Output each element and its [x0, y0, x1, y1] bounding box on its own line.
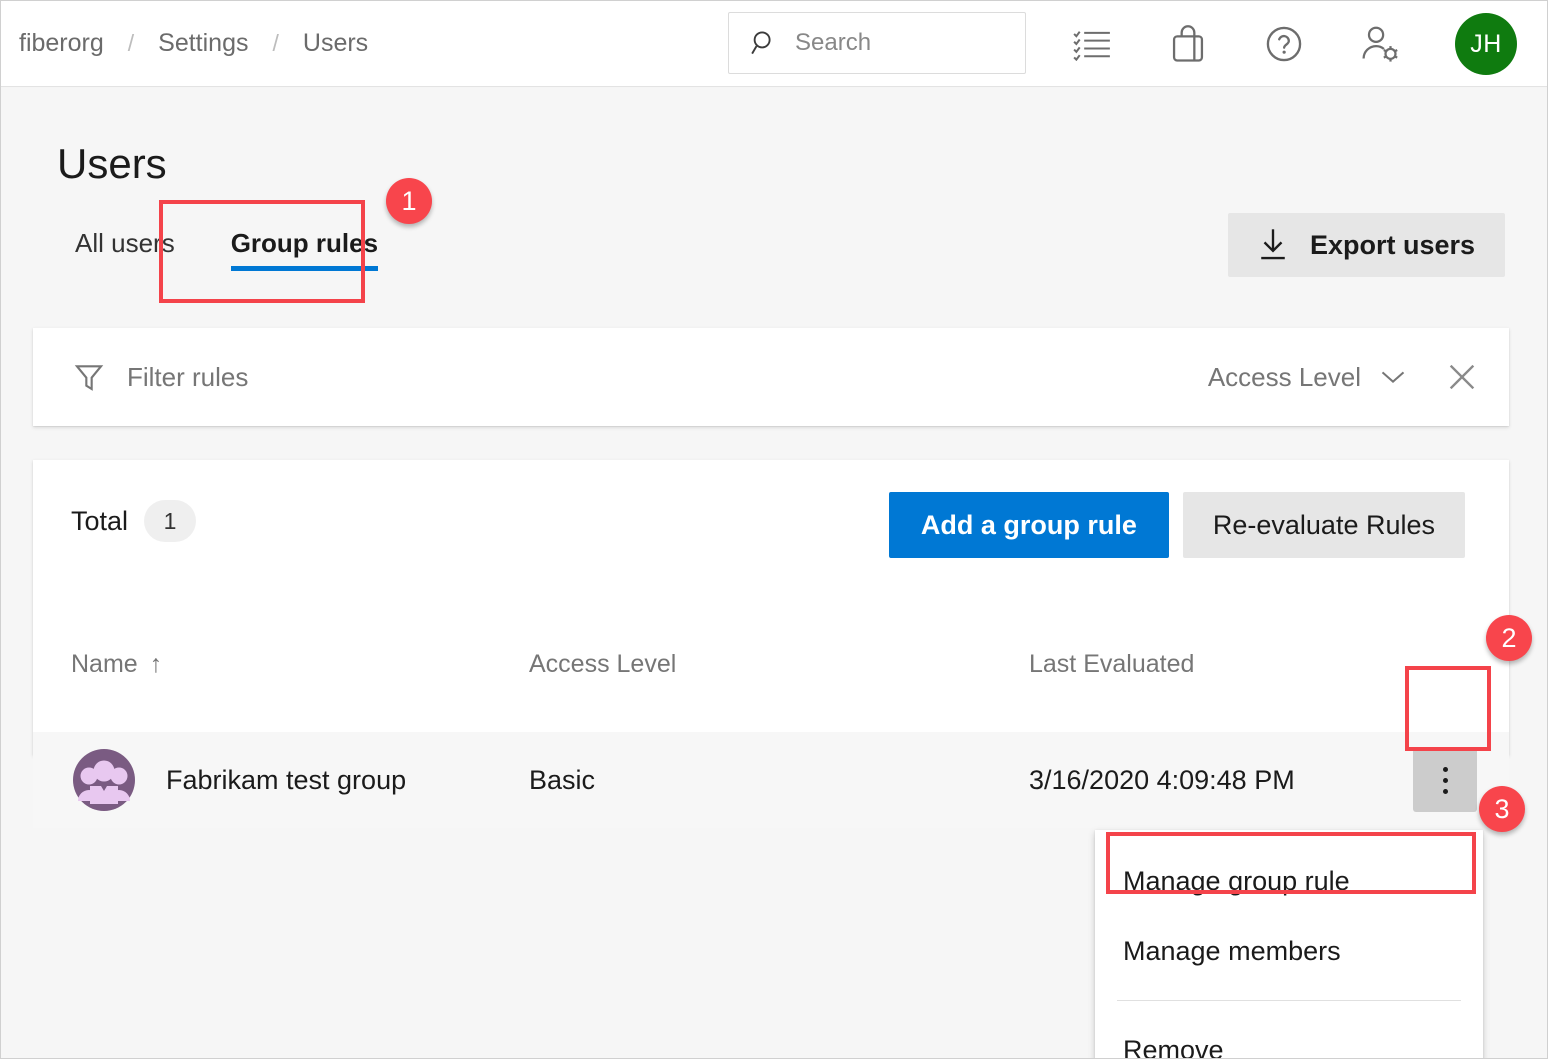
topbar-icon-group: JH: [1071, 1, 1525, 87]
filter-right-controls: Access Level: [1208, 360, 1479, 394]
group-avatar-icon: [73, 749, 135, 811]
menu-item-manage-group-rule[interactable]: Manage group rule: [1095, 846, 1483, 916]
more-vertical-icon: [1442, 766, 1448, 794]
app-window: fiberorg / Settings / Users Search JH Us…: [0, 0, 1548, 1059]
export-users-label: Export users: [1309, 229, 1475, 260]
breadcrumb-item-users[interactable]: Users: [279, 29, 392, 58]
filter-rules-control[interactable]: Filter rules: [73, 361, 248, 393]
export-users-button[interactable]: Export users: [1227, 213, 1505, 277]
help-icon[interactable]: [1263, 23, 1305, 65]
breadcrumb: fiberorg / Settings / Users: [1, 29, 392, 58]
group-rules-card: Total 1 Add a group rule Re-evaluate Rul…: [33, 460, 1509, 828]
menu-separator: [1117, 1000, 1461, 1001]
user-settings-icon[interactable]: [1359, 23, 1401, 65]
total-count-badge: 1: [144, 500, 197, 542]
row-more-actions-button[interactable]: [1413, 748, 1477, 812]
re-evaluate-rules-button[interactable]: Re-evaluate Rules: [1182, 492, 1465, 558]
chevron-down-icon: [1379, 368, 1407, 386]
list-action-buttons: Add a group rule Re-evaluate Rules: [888, 492, 1465, 558]
search-icon: [749, 28, 779, 58]
column-header-last-evaluated[interactable]: Last Evaluated: [1029, 650, 1194, 679]
total-label: Total: [71, 505, 129, 536]
access-level-label: Access Level: [1207, 361, 1361, 392]
column-header-name[interactable]: Name ↑: [71, 650, 162, 679]
top-navigation-bar: fiberorg / Settings / Users Search JH: [1, 1, 1547, 87]
row-context-menu: Manage group rule Manage members Remove: [1095, 830, 1483, 1059]
column-header-last-evaluated-label: Last Evaluated: [1029, 650, 1195, 678]
table-row[interactable]: Fabrikam test group Basic 3/16/2020 4:09…: [33, 732, 1509, 828]
shopping-bag-icon[interactable]: [1167, 23, 1209, 65]
checklist-icon[interactable]: [1071, 23, 1113, 65]
funnel-icon: [73, 361, 105, 393]
menu-item-manage-members[interactable]: Manage members: [1095, 916, 1483, 986]
menu-item-remove[interactable]: Remove: [1095, 1015, 1483, 1059]
user-avatar[interactable]: JH: [1455, 13, 1517, 75]
access-level-dropdown[interactable]: Access Level: [1208, 362, 1407, 393]
column-header-access-level-label: Access Level: [529, 650, 677, 678]
avatar-initials: JH: [1470, 29, 1502, 58]
tab-group-rules[interactable]: Group rules: [203, 218, 406, 281]
breadcrumb-item-settings[interactable]: Settings: [134, 29, 272, 58]
table-header-row: Name ↑ Access Level Last Evaluated: [33, 650, 1509, 708]
search-input[interactable]: Search: [728, 12, 1026, 74]
row-group-name: Fabrikam test group: [166, 764, 407, 795]
add-group-rule-button[interactable]: Add a group rule: [888, 492, 1169, 558]
filter-rules-label: Filter rules: [127, 361, 249, 392]
row-access-level: Basic: [529, 764, 596, 795]
search-placeholder: Search: [795, 29, 872, 56]
page-content: Users All users Group rules Export users: [1, 88, 1547, 1058]
close-icon[interactable]: [1445, 360, 1479, 394]
breadcrumb-item-org[interactable]: fiberorg: [1, 29, 128, 58]
column-header-name-label: Name: [71, 650, 138, 678]
row-last-evaluated: 3/16/2020 4:09:48 PM: [1029, 764, 1295, 795]
page-title: Users: [57, 140, 167, 187]
tab-all-users[interactable]: All users: [47, 218, 203, 281]
sort-ascending-icon: ↑: [149, 650, 163, 678]
filter-bar: Filter rules Access Level: [33, 328, 1509, 426]
total-summary: Total 1: [71, 500, 197, 542]
column-header-access-level[interactable]: Access Level: [529, 650, 676, 679]
tab-list: All users Group rules: [47, 218, 406, 281]
download-icon: [1258, 228, 1288, 262]
